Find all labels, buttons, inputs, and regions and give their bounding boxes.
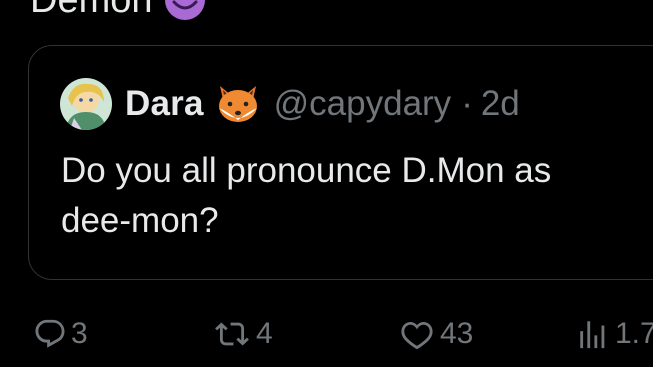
author-handle[interactable]: @capydary [274, 84, 452, 124]
avatar[interactable] [60, 78, 112, 130]
post-text-fragment: Demon [30, 0, 207, 22]
post-timestamp[interactable]: 2d [481, 84, 520, 124]
heart-icon [401, 321, 433, 350]
like-count: 43 [440, 317, 474, 350]
author-name[interactable]: Dara [125, 84, 204, 124]
post-text: Demon [30, 0, 153, 21]
reply-button[interactable]: 3 [33, 312, 88, 356]
quoted-post-text: Do you all pronounce D.Mon as dee-mon? [61, 151, 552, 240]
views-button[interactable]: 1.7 [575, 312, 653, 356]
retweet-button[interactable]: 4 [212, 312, 273, 356]
fox-icon [218, 86, 257, 122]
quoted-post-header: Dara @capydary · 2d [60, 78, 520, 130]
views-icon [580, 321, 605, 349]
retweet-icon [215, 322, 249, 346]
like-button[interactable]: 43 [398, 312, 473, 356]
reply-icon [35, 319, 65, 348]
tweet-view: Demon Dara @capydary · 2d Do you all pro… [0, 0, 653, 367]
avatar-image [60, 78, 112, 130]
smiling-devil-icon [164, 0, 205, 20]
retweet-count: 4 [256, 317, 273, 350]
reply-count: 3 [71, 317, 88, 350]
views-count: 1.7 [615, 317, 653, 350]
separator-dot: · [461, 84, 473, 123]
